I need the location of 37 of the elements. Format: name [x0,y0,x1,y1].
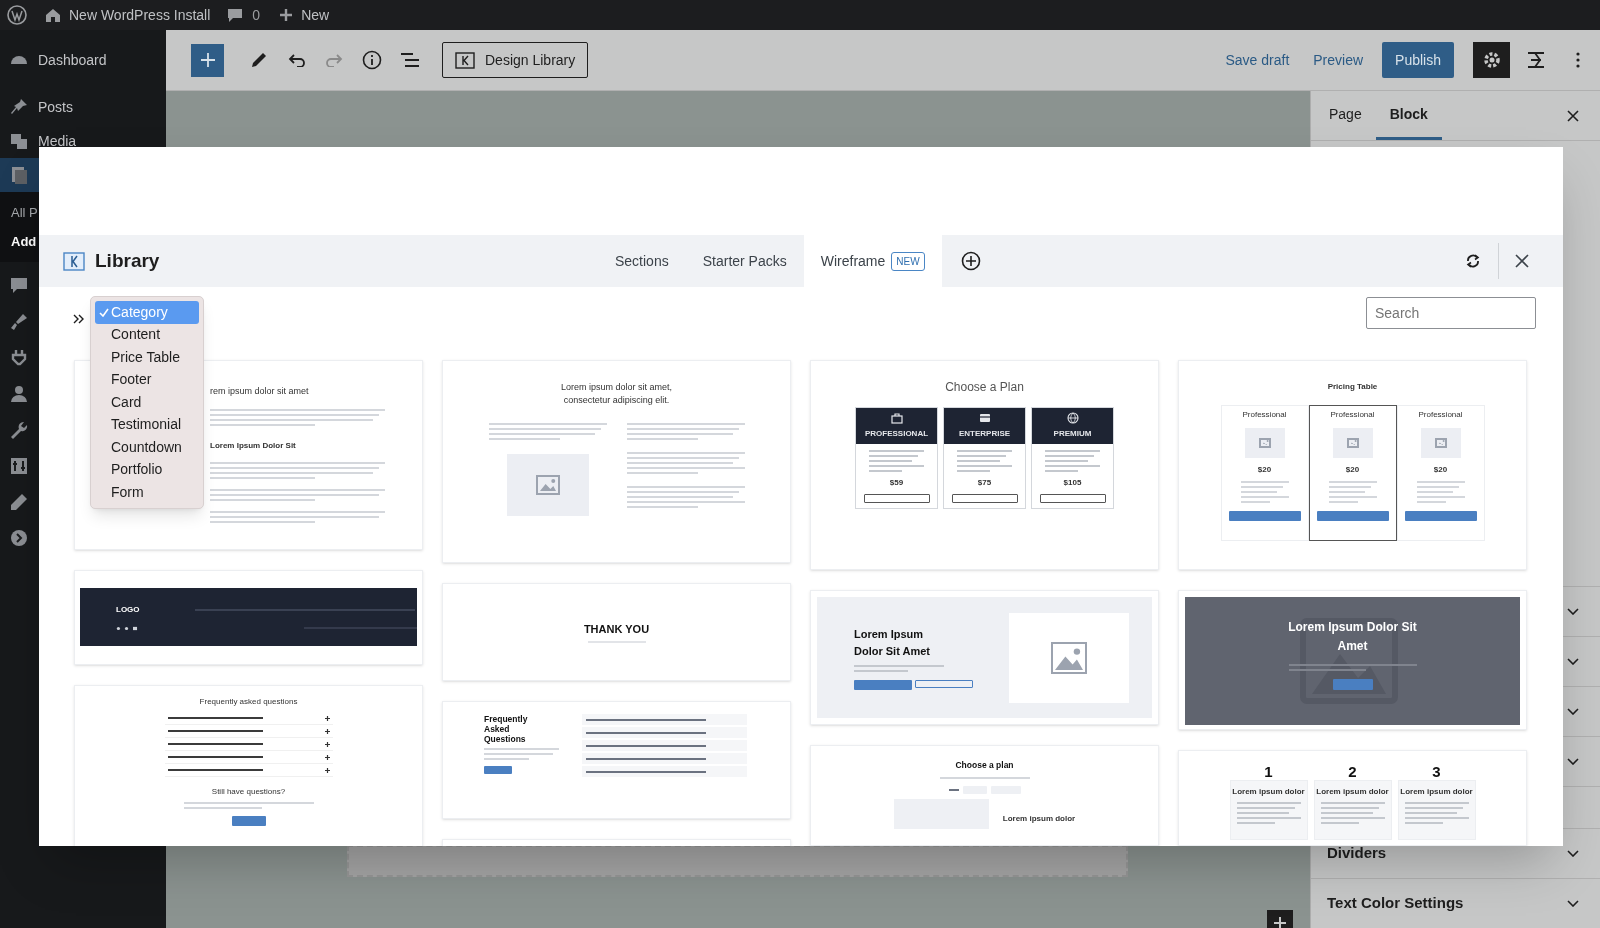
card-heading: Choose a plan [955,759,1014,772]
card-subheading: Lorem ipsum dolor [1002,812,1076,825]
plan-name: Professional [1330,409,1375,421]
logo-text: LOGO [116,603,140,616]
menu-label: Media [38,131,77,151]
step-title: Lorem ipsum dolor [1400,786,1473,798]
plan-name: Professional [1418,409,1463,421]
plan-price: $105 [1063,477,1082,489]
menu-label: Posts [38,97,73,117]
plan-name: PREMIUM [1053,428,1092,440]
plan-price: $75 [977,477,992,489]
plan-name: Professional [1242,409,1287,421]
plan-name: ENTERPRISE [958,428,1011,440]
step-number: 2 [1348,764,1357,780]
plan-price: $20 [1257,464,1272,476]
card-heading: Choose a Plan [945,379,1024,396]
card-subheading: Lorem Ipsum Dolor Sit [210,439,297,452]
menu-label: Dashboard [38,50,107,70]
step-title: Lorem ipsum dolor [1316,786,1389,798]
card-heading: Pricing Table [1327,381,1378,393]
step-title: Lorem ipsum dolor [1232,786,1305,798]
card-heading: Frequently asked questions [199,696,298,708]
new-badge: NEW [891,251,925,271]
step-number: 3 [1432,764,1441,780]
card-heading: Lorem Ipsum Dolor Sit Amet [1287,619,1418,655]
card-heading: THANK YOU [583,621,650,637]
card-heading: Lorem ipsum dolor sit amet, consectetur adipiscing elit. [559,381,673,407]
plan-name: PROFESSIONAL [864,428,929,440]
card-heading: Frequently Asked Questions [484,714,529,744]
plan-price: $20 [1345,464,1360,476]
card-heading: Lorem Ipsum Dolor Sit Amet [854,626,931,659]
card-heading: rem ipsum dolor sit amet [210,385,310,398]
card-subheading: Still have questions? [211,786,286,798]
plan-price: $59 [889,477,904,489]
step-number: 1 [1264,764,1273,780]
plan-price: $20 [1433,464,1448,476]
modal-title: Library [95,248,160,273]
